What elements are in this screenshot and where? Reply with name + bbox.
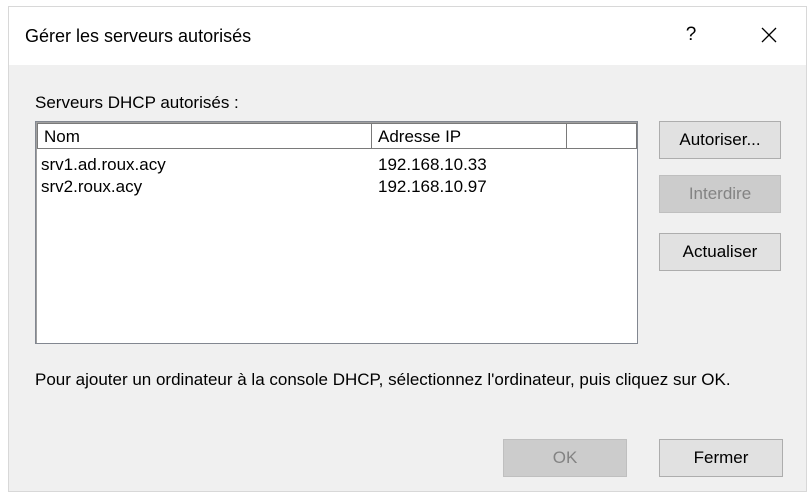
- table-row[interactable]: srv2.roux.acy 192.168.10.97: [37, 176, 573, 198]
- authorized-servers-list[interactable]: Nom Adresse IP srv1.ad.roux.acy 192.168.…: [35, 121, 638, 344]
- refresh-button[interactable]: Actualiser: [659, 233, 781, 271]
- server-ip: 192.168.10.97: [378, 177, 487, 196]
- deny-button[interactable]: Interdire: [659, 175, 781, 213]
- server-ip: 192.168.10.33: [378, 155, 487, 174]
- servers-list-label: Serveurs DHCP autorisés :: [35, 93, 239, 112]
- close-icon: [761, 27, 777, 43]
- authorize-button[interactable]: Autoriser...: [659, 121, 781, 159]
- table-row[interactable]: srv1.ad.roux.acy 192.168.10.33: [37, 154, 573, 176]
- close-button[interactable]: Fermer: [659, 439, 783, 477]
- close-window-button[interactable]: [754, 20, 784, 50]
- column-header-name[interactable]: Nom: [37, 123, 372, 149]
- help-button[interactable]: ?: [677, 20, 705, 50]
- column-header-empty[interactable]: [567, 123, 637, 149]
- server-name: srv2.roux.acy: [41, 177, 143, 196]
- title-bar[interactable]: Gérer les serveurs autorisés ?: [9, 7, 806, 65]
- ok-button[interactable]: OK: [503, 439, 627, 477]
- dialog-title: Gérer les serveurs autorisés: [25, 26, 252, 46]
- instruction-text: Pour ajouter un ordinateur à la console …: [35, 370, 731, 389]
- authorized-servers-dialog: Gérer les serveurs autorisés ? Serveurs …: [8, 6, 807, 492]
- column-header-ip[interactable]: Adresse IP: [372, 123, 567, 149]
- server-name: srv1.ad.roux.acy: [41, 155, 166, 174]
- list-header: Nom Adresse IP: [37, 123, 637, 149]
- list-rows: srv1.ad.roux.acy 192.168.10.33 srv2.roux…: [37, 154, 573, 198]
